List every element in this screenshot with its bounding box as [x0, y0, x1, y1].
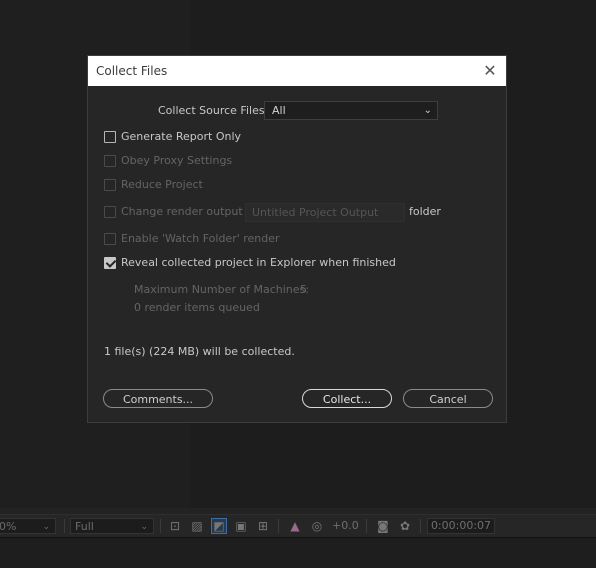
mask-toggle-icon[interactable]: ◩	[211, 518, 227, 534]
reduce-project-label: Reduce Project	[121, 178, 203, 191]
obey-proxy-settings-checkbox[interactable]	[104, 155, 116, 167]
transparency-grid-icon[interactable]: ▨	[190, 519, 204, 533]
change-render-output-label: Change render output to	[121, 205, 258, 218]
toolbar-divider	[366, 519, 367, 533]
watch-folder-checkbox[interactable]	[104, 233, 116, 245]
collect-source-value: All	[272, 104, 286, 117]
comments-button[interactable]: Comments...	[103, 389, 213, 408]
collect-source-label: Collect Source Files:	[158, 104, 269, 117]
reveal-in-explorer-label[interactable]: Reveal collected project in Explorer whe…	[121, 256, 396, 269]
dialog-titlebar: Collect Files ✕	[88, 56, 506, 86]
camera-snapshot-icon[interactable]: ◙	[376, 519, 390, 533]
max-machines-value[interactable]: 5	[300, 283, 307, 296]
viewer-toolbar: 0% ⌄ Full ⌄ ⊡ ▨ ◩ ▣ ⊞ ▲ ◎ +0.0 ◙ ✿ 0:00:…	[0, 514, 596, 537]
change-render-output-checkbox[interactable]	[104, 206, 116, 218]
max-machines-label: Maximum Number of Machines:	[134, 283, 309, 296]
color-channels-icon[interactable]: ▲	[288, 519, 302, 533]
generate-report-only-checkbox[interactable]	[104, 131, 116, 143]
timeline-panel	[0, 537, 596, 568]
toolbar-divider	[278, 519, 279, 533]
guides-icon[interactable]: ⊞	[256, 519, 270, 533]
reduce-project-checkbox[interactable]	[104, 179, 116, 191]
collect-source-select[interactable]: All ⌄	[264, 101, 438, 120]
zoom-select[interactable]: 0% ⌄	[0, 518, 56, 534]
current-time-display[interactable]: 0:00:00:07	[427, 518, 495, 534]
show-snapshot-icon[interactable]: ✿	[398, 519, 412, 533]
chevron-down-icon: ⌄	[423, 105, 432, 116]
dialog-title: Collect Files	[96, 64, 168, 78]
watch-folder-label: Enable 'Watch Folder' render	[121, 232, 280, 245]
3d-view-icon[interactable]: ▣	[234, 519, 248, 533]
cancel-button[interactable]: Cancel	[403, 389, 493, 408]
close-icon: ✕	[483, 61, 497, 80]
render-output-folder-input[interactable]: Untitled Project Output	[245, 203, 405, 222]
snapshot-region-icon[interactable]: ⊡	[168, 519, 182, 533]
toolbar-divider	[420, 519, 421, 533]
collect-button[interactable]: Collect...	[302, 389, 392, 408]
reveal-in-explorer-checkbox[interactable]	[104, 257, 116, 269]
folder-label: folder	[409, 205, 441, 218]
obey-proxy-settings-label: Obey Proxy Settings	[121, 154, 233, 167]
collect-files-dialog: Collect Files ✕ Collect Source Files: Al…	[87, 55, 507, 423]
generate-report-only-label[interactable]: Generate Report Only	[121, 130, 241, 143]
exposure-value[interactable]: +0.0	[332, 519, 359, 533]
resolution-select[interactable]: Full ⌄	[70, 518, 154, 534]
toolbar-divider	[160, 519, 161, 533]
resolution-value: Full	[75, 520, 94, 533]
chevron-down-icon: ⌄	[42, 522, 50, 532]
zoom-value: 0%	[0, 520, 17, 533]
close-button[interactable]: ✕	[480, 61, 500, 81]
collect-summary: 1 file(s) (224 MB) will be collected.	[104, 345, 295, 358]
toolbar-divider	[64, 519, 65, 533]
render-items-queued: 0 render items queued	[134, 301, 260, 314]
exposure-reset-icon[interactable]: ◎	[310, 519, 324, 533]
chevron-down-icon: ⌄	[140, 522, 148, 532]
